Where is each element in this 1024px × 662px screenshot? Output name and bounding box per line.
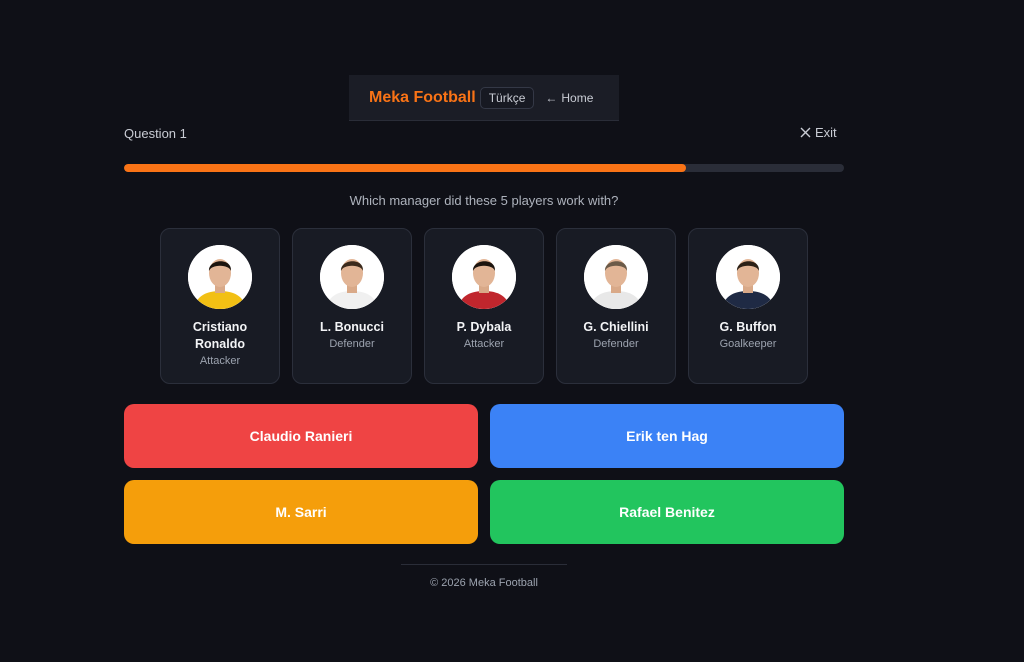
player-name: L. Bonucci — [320, 320, 384, 334]
player-position: Attacker — [463, 338, 505, 350]
progress-bar — [124, 164, 844, 172]
player-position: Defender — [593, 338, 639, 350]
player-position: Attacker — [199, 355, 241, 367]
answer-option-button[interactable]: M. Sarri — [124, 480, 478, 544]
player-photo — [584, 245, 648, 309]
player-position: Goalkeeper — [719, 338, 777, 350]
player-name: G. Buffon — [719, 320, 777, 334]
player-position: Defender — [329, 338, 375, 350]
exit-label: Exit — [815, 125, 837, 140]
player-photo — [320, 245, 384, 309]
player-photo — [188, 245, 252, 309]
question-prompt: Which manager did these 5 players work w… — [349, 193, 619, 208]
player-list: Cristiano Ronaldo Attacker L. Bonucci De… — [160, 228, 808, 384]
answer-option-button[interactable]: Rafael Benitez — [490, 480, 844, 544]
answer-option-button[interactable]: Claudio Ranieri — [124, 404, 478, 468]
exit-button[interactable]: Exit — [800, 125, 837, 140]
player-card: G. Buffon Goalkeeper — [688, 228, 808, 384]
player-name: G. Chiellini — [583, 320, 649, 334]
language-toggle-button[interactable]: Türkçe — [479, 86, 535, 109]
arrow-left-icon: ← — [545, 90, 558, 105]
answer-option-button[interactable]: Erik ten Hag — [490, 404, 844, 468]
player-name: Cristiano Ronaldo — [192, 320, 248, 351]
player-card: P. Dybala Attacker — [424, 228, 544, 384]
close-icon — [800, 127, 811, 138]
brand-logo[interactable]: Meka Football — [369, 89, 476, 107]
player-card: G. Chiellini Defender — [556, 228, 676, 384]
home-link[interactable]: ← Home — [545, 91, 593, 105]
progress-bar-fill — [124, 164, 686, 172]
player-card: Cristiano Ronaldo Attacker — [160, 228, 280, 384]
footer-copyright: © 2026 Meka Football — [430, 577, 538, 589]
player-photo — [716, 245, 780, 309]
home-link-label: Home — [561, 90, 594, 105]
footer-divider — [401, 564, 567, 565]
top-navigation-bar: Meka Football Türkçe ← Home — [349, 75, 619, 121]
question-counter: Question 1 — [124, 126, 187, 141]
player-card: L. Bonucci Defender — [292, 228, 412, 384]
player-name: P. Dybala — [456, 320, 512, 334]
player-photo — [452, 245, 516, 309]
